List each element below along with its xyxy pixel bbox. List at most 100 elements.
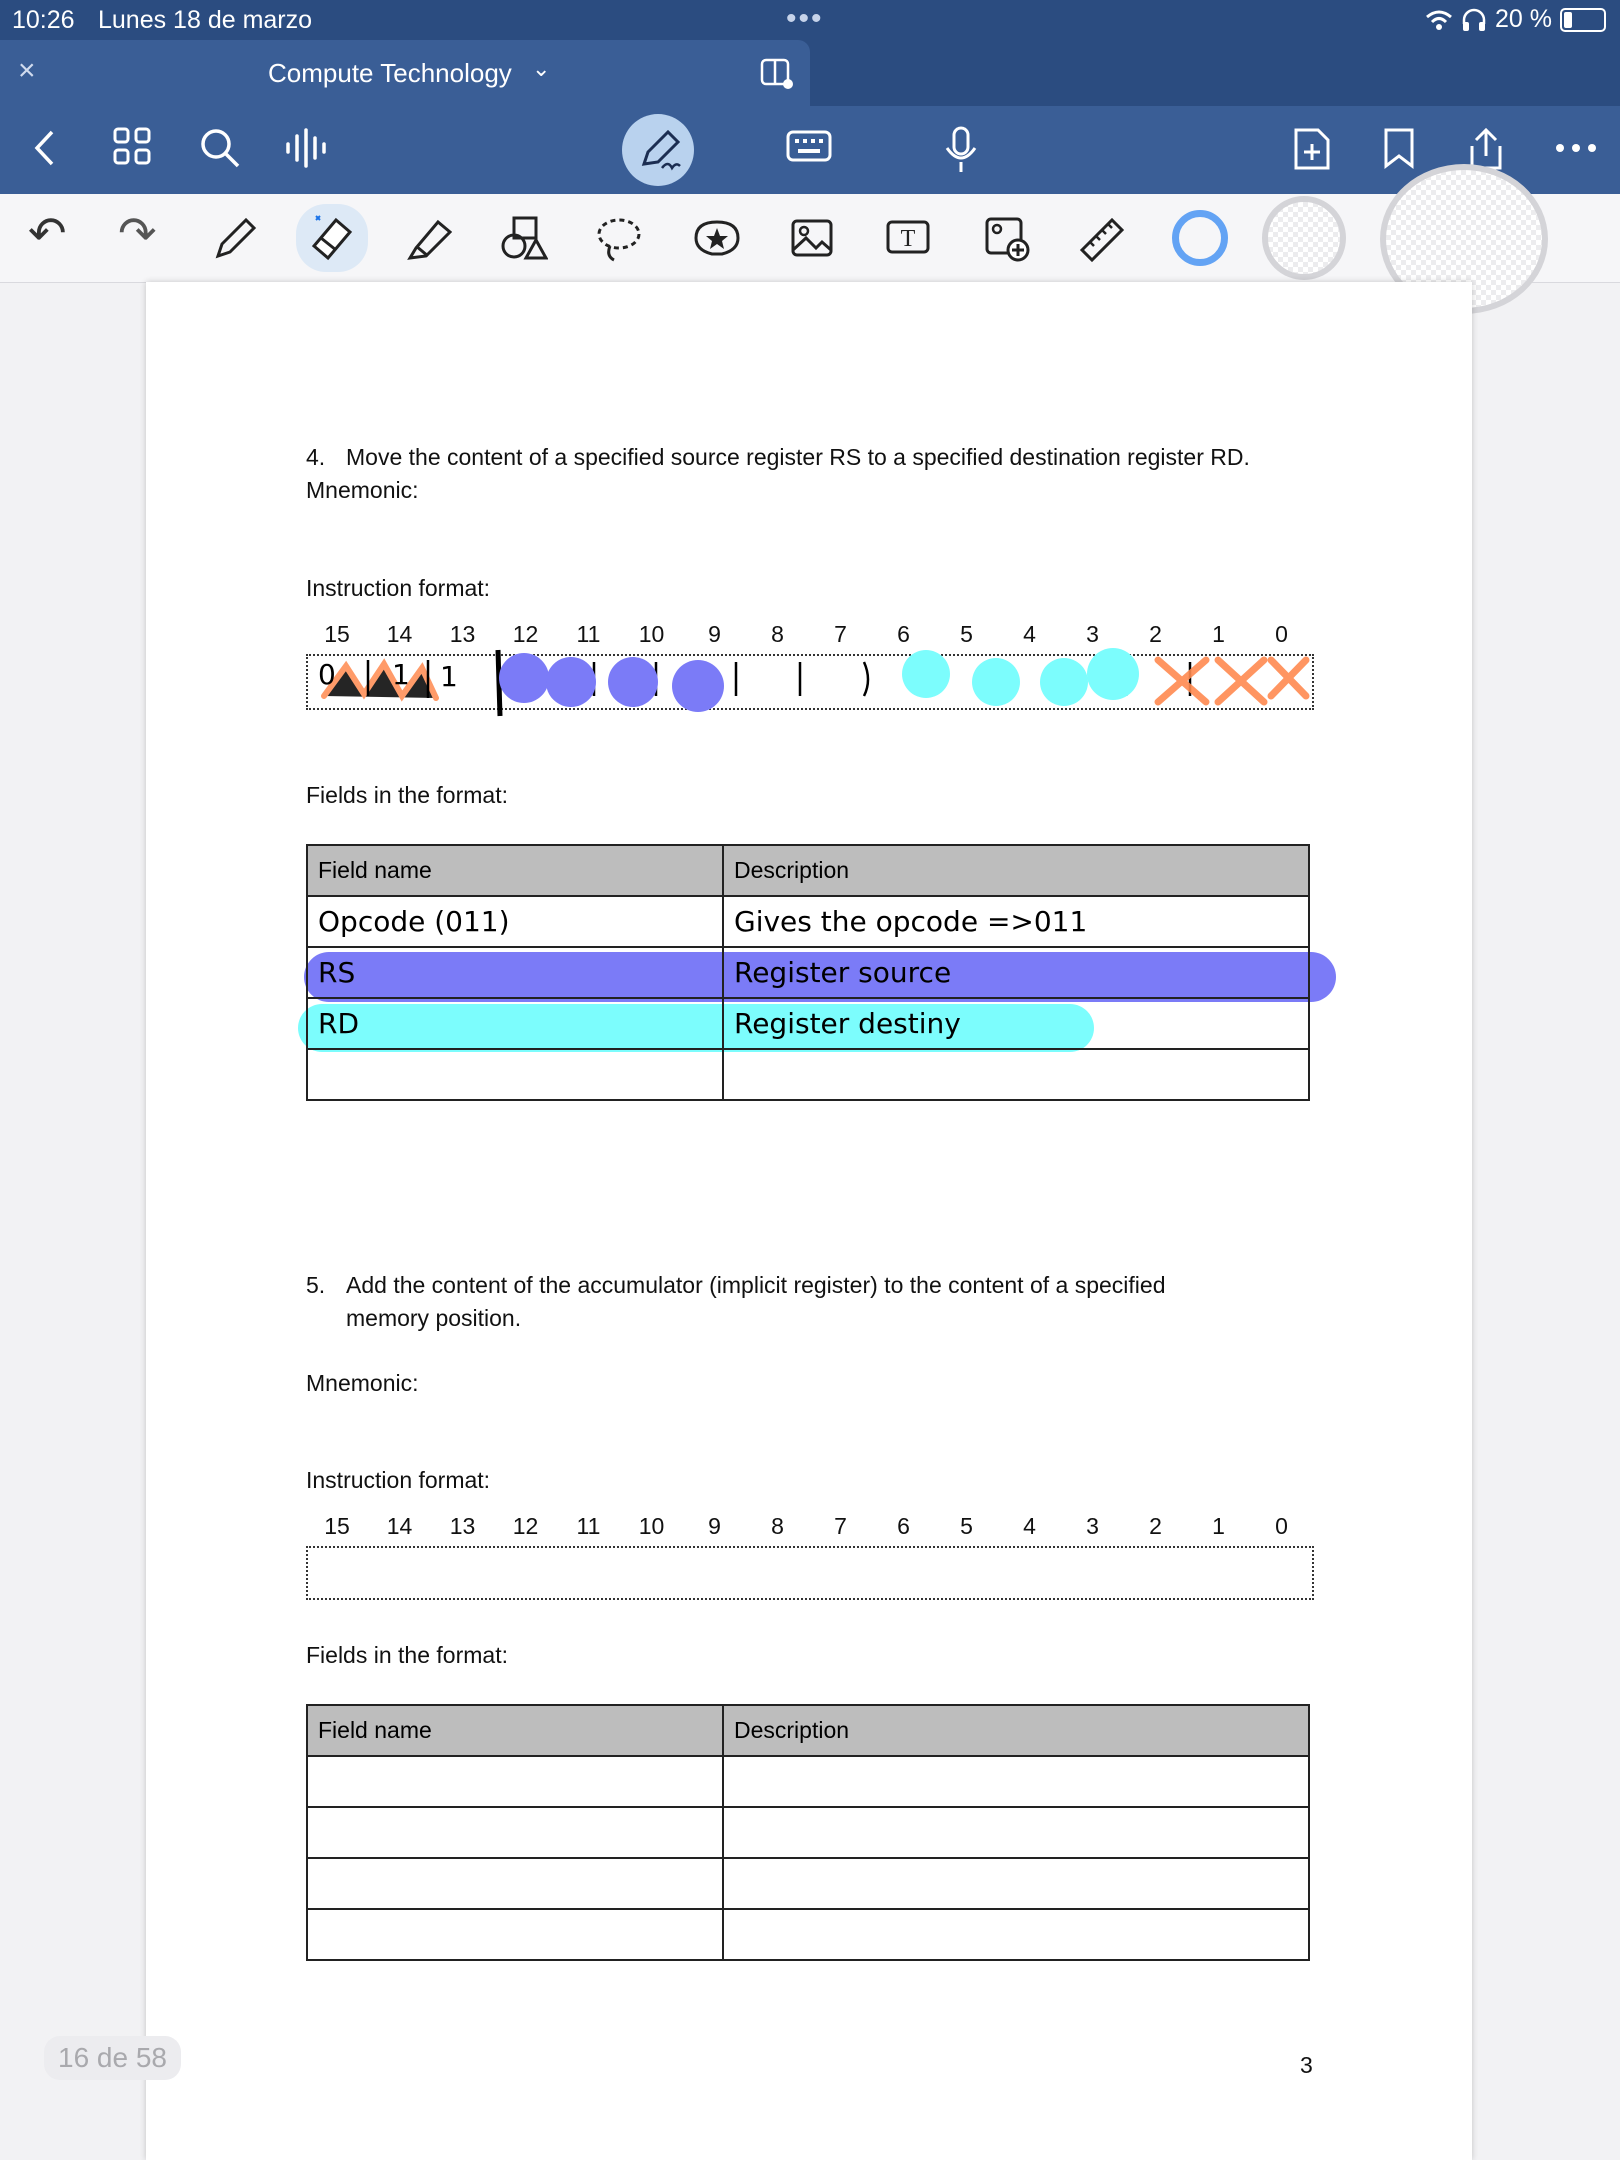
field-name-cell: RS bbox=[306, 946, 724, 999]
section-5-title-line2: memory position. bbox=[346, 1305, 522, 1331]
text-box-icon[interactable]: T bbox=[884, 216, 932, 260]
bit-label: 6 bbox=[897, 1513, 910, 1539]
redo-icon[interactable]: ↷ bbox=[118, 206, 157, 260]
section-5-title-line1: Add the content of the accumulator (impl… bbox=[346, 1272, 1166, 1298]
description-cell bbox=[722, 1806, 1310, 1859]
tab-bar: × Compute Technology ⌄ bbox=[0, 40, 1620, 106]
bit-label: 2 bbox=[1149, 1513, 1162, 1539]
pen-write-icon bbox=[641, 129, 681, 171]
field-name-cell bbox=[306, 1908, 724, 1961]
bit-label: 1 bbox=[1212, 1513, 1225, 1539]
field-name-cell bbox=[306, 1048, 724, 1101]
wifi-icon bbox=[1426, 10, 1452, 30]
nav-bar bbox=[0, 106, 1620, 194]
table-row[interactable]: Opcode (011) Gives the opcode =>011 bbox=[306, 895, 1310, 948]
table-row[interactable] bbox=[306, 1806, 1310, 1859]
bit-label: 8 bbox=[771, 1513, 784, 1539]
field-name-cell: RD bbox=[306, 997, 724, 1050]
section-4-title: Move the content of a specified source r… bbox=[346, 444, 1250, 470]
bookmark-icon[interactable] bbox=[1382, 126, 1416, 170]
bit-label: 12 bbox=[512, 1513, 539, 1539]
field-name-cell bbox=[306, 1806, 724, 1859]
table-row[interactable]: RS Register source bbox=[306, 946, 1310, 999]
add-page-icon[interactable] bbox=[1292, 126, 1332, 172]
highlighter-icon[interactable] bbox=[406, 216, 452, 262]
keyboard-icon[interactable] bbox=[786, 126, 832, 166]
pen-mode-button[interactable] bbox=[622, 114, 694, 186]
bit-label: 4 bbox=[1023, 1513, 1036, 1539]
bit-label: 13 bbox=[449, 1513, 476, 1539]
page-number: 3 bbox=[1300, 2052, 1313, 2078]
table-header-row: Field name Description bbox=[306, 844, 1310, 897]
section-5-instruction-box bbox=[306, 1546, 1314, 1600]
color-swatch-transparent[interactable] bbox=[1262, 196, 1346, 280]
handwritten-bit: 0 bbox=[318, 658, 336, 691]
drawing-toolbar: ↶ ↷ T bbox=[0, 164, 1620, 314]
table-row[interactable] bbox=[306, 1048, 1310, 1101]
table-row[interactable] bbox=[306, 1908, 1310, 1961]
section-4-fields-label: Fields in the format: bbox=[306, 782, 508, 808]
bit-label: 7 bbox=[834, 1513, 847, 1539]
bit-label: 10 bbox=[638, 1513, 665, 1539]
ruler-icon[interactable] bbox=[1078, 216, 1126, 264]
headphones-icon bbox=[1462, 8, 1486, 31]
chevron-down-icon[interactable]: ⌄ bbox=[532, 56, 550, 82]
bit-label: 9 bbox=[708, 1513, 721, 1539]
eraser-icon bbox=[311, 215, 353, 261]
audio-waveform-icon[interactable] bbox=[284, 126, 330, 170]
battery-percent: 20 % bbox=[1495, 5, 1552, 33]
field-name-cell bbox=[306, 1755, 724, 1808]
section-5-number: 5. bbox=[306, 1272, 326, 1298]
eraser-tool-selected[interactable] bbox=[296, 204, 368, 272]
description-cell: Register destiny bbox=[722, 997, 1310, 1050]
more-options-icon[interactable] bbox=[1554, 126, 1598, 170]
shapes-icon[interactable] bbox=[500, 216, 548, 262]
document-page[interactable]: 4. Move the content of a specified sourc… bbox=[146, 282, 1472, 2160]
sticker-icon[interactable] bbox=[692, 216, 742, 260]
close-icon[interactable]: × bbox=[18, 54, 36, 88]
section-5-fields-table: Field name Description bbox=[306, 1704, 1310, 1961]
pen-tool-icon[interactable] bbox=[212, 216, 258, 262]
image-icon[interactable] bbox=[790, 216, 834, 260]
back-chevron-icon[interactable] bbox=[32, 126, 56, 170]
table-row[interactable] bbox=[306, 1755, 1310, 1808]
bit-label: 14 bbox=[386, 1513, 413, 1539]
handwritten-bit: 1 bbox=[392, 658, 410, 691]
description-cell bbox=[722, 1755, 1310, 1808]
section-4-fields-table: Field name Description Opcode (011) Give… bbox=[306, 844, 1310, 1101]
document-title[interactable]: Compute Technology bbox=[268, 58, 512, 89]
undo-icon[interactable]: ↶ bbox=[28, 206, 67, 260]
description-cell bbox=[722, 1048, 1310, 1101]
clock: 10:26 bbox=[12, 6, 75, 34]
microphone-icon[interactable] bbox=[944, 126, 978, 174]
date: Lunes 18 de marzo bbox=[98, 6, 313, 34]
column-header: Field name bbox=[306, 1704, 724, 1757]
column-header: Description bbox=[722, 1704, 1310, 1757]
insert-image-icon[interactable] bbox=[984, 216, 1030, 262]
bit-label: 5 bbox=[960, 1513, 973, 1539]
column-header: Field name bbox=[306, 844, 724, 897]
bit-label: 15 bbox=[324, 1513, 350, 1539]
grid-view-icon[interactable] bbox=[112, 126, 152, 166]
page-counter: 16 de 58 bbox=[44, 2036, 181, 2080]
description-cell bbox=[722, 1857, 1310, 1910]
table-row[interactable]: RD Register destiny bbox=[306, 997, 1310, 1050]
section-4-instruction-format-label: Instruction format: bbox=[306, 575, 491, 601]
search-icon[interactable] bbox=[198, 126, 242, 170]
svg-text:T: T bbox=[901, 226, 916, 252]
document-tab[interactable]: × Compute Technology ⌄ bbox=[0, 40, 810, 106]
field-name-cell bbox=[306, 1857, 724, 1910]
battery-icon bbox=[1560, 7, 1606, 32]
table-row[interactable] bbox=[306, 1857, 1310, 1910]
color-swatch-blue[interactable] bbox=[1172, 210, 1228, 266]
split-view-icon[interactable] bbox=[760, 56, 794, 90]
lasso-icon[interactable] bbox=[596, 216, 642, 264]
section-4-number: 4. bbox=[306, 444, 326, 470]
bit-label: 0 bbox=[1275, 1513, 1288, 1539]
description-cell: Register source bbox=[722, 946, 1310, 999]
description-cell: Gives the opcode =>011 bbox=[722, 895, 1310, 948]
column-header: Description bbox=[722, 844, 1310, 897]
multitask-dots[interactable]: ••• bbox=[786, 2, 824, 36]
bit-label: 11 bbox=[576, 1513, 601, 1539]
description-cell bbox=[722, 1908, 1310, 1961]
